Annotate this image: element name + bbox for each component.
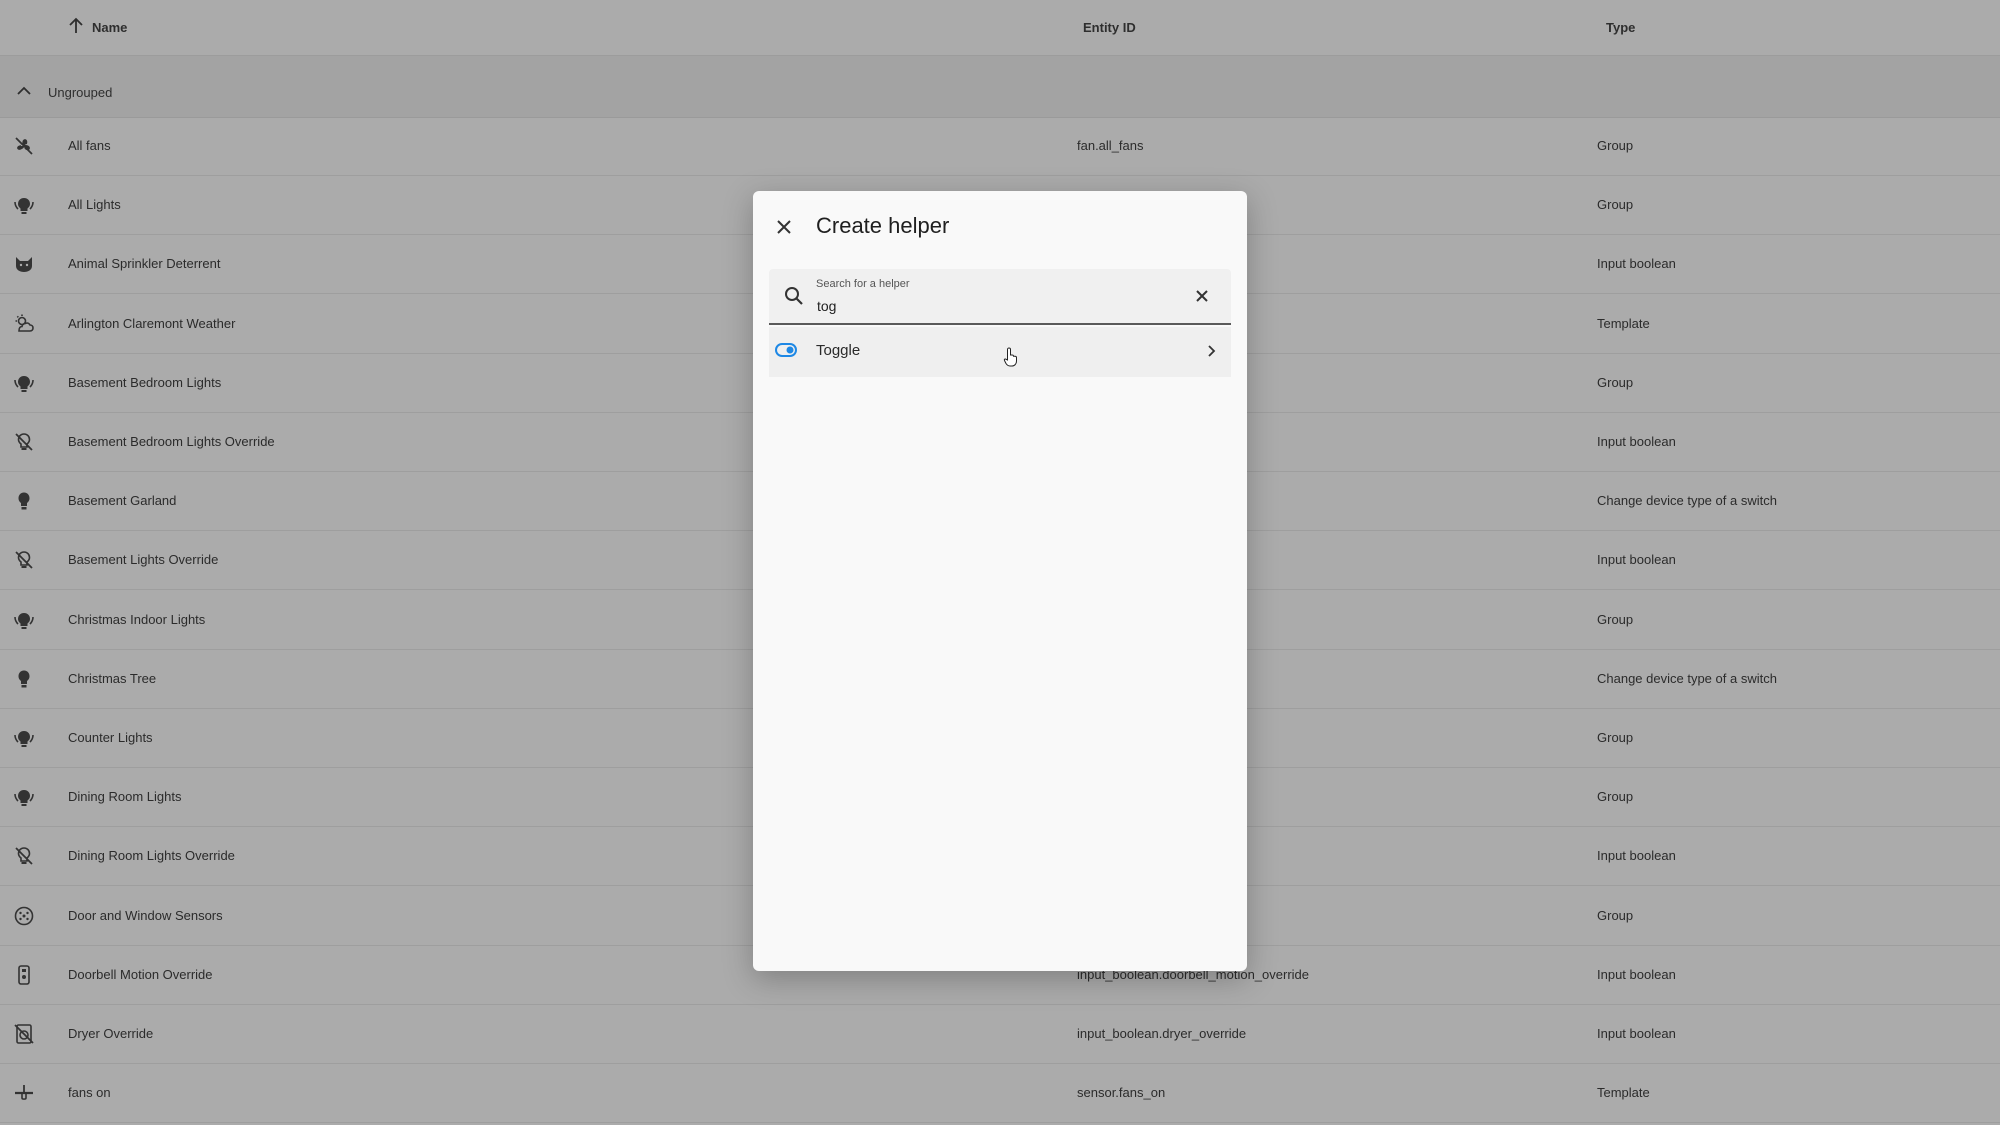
search-label: Search for a helper <box>816 278 910 290</box>
dialog-title: Create helper <box>816 213 950 238</box>
row-entity-id: fan.all_fans <box>1077 138 1144 153</box>
row-type: Group <box>1597 907 1634 923</box>
row-type: Input boolean <box>1597 256 1676 272</box>
row-name: Basement Bedroom Lights <box>68 374 222 390</box>
row-entity-id: sensor.fans_on <box>1077 1085 1166 1101</box>
row-name: Dining Room Lights <box>68 789 182 805</box>
search-icon <box>785 287 803 305</box>
lightbulb-icon <box>18 492 30 510</box>
chevron-up-icon[interactable] <box>15 84 33 98</box>
row-type: Input boolean <box>1597 434 1676 449</box>
row-name: All fans <box>68 138 111 153</box>
row-type: Group <box>1597 611 1634 627</box>
ceiling-fan-icon <box>15 1085 33 1101</box>
table-row[interactable]: All fans fan.all_fans Group <box>0 117 2000 176</box>
lightbulb-group-icon <box>14 375 34 392</box>
row-type: Group <box>1597 374 1634 390</box>
row-name: Counter Lights <box>68 730 153 745</box>
row-type: Group <box>1597 138 1634 153</box>
row-type: Input boolean <box>1597 1026 1676 1041</box>
hand-cursor-icon <box>1003 347 1017 367</box>
table-row[interactable]: fans on sensor.fans_on Template <box>0 1064 2000 1124</box>
row-name: Basement Lights Override <box>68 552 219 568</box>
table-header: Name Entity ID Type <box>0 0 2000 56</box>
lightbulb-group-icon <box>14 731 34 747</box>
row-name: Christmas Tree <box>68 670 157 686</box>
row-name: Basement Bedroom Lights Override <box>68 434 275 449</box>
lightbulb-off-icon <box>15 433 33 451</box>
lightbulb-group-icon <box>14 790 34 807</box>
fan-off-icon <box>15 137 33 155</box>
row-type: Template <box>1597 315 1650 331</box>
row-name: Dining Room Lights Override <box>68 848 235 864</box>
lightbulb-off-icon <box>15 551 33 570</box>
row-type: Template <box>1597 1085 1650 1101</box>
row-type: Group <box>1597 789 1634 805</box>
close-icon[interactable] <box>771 214 797 240</box>
group-label: Ungrouped <box>48 85 113 100</box>
row-name: Dryer Override <box>68 1026 154 1041</box>
row-type: Change device type of a switch <box>1597 493 1777 509</box>
smoke-detector-icon <box>14 906 34 925</box>
cat-icon <box>16 257 32 273</box>
lightbulb-group-icon <box>14 198 34 215</box>
create-helper-dialog: Create helper Search for a helper Toggle <box>753 191 1247 971</box>
sort-ascending-icon[interactable] <box>66 16 86 36</box>
row-type: Group <box>1597 197 1634 213</box>
row-type: Input boolean <box>1597 552 1676 568</box>
doorbell-icon <box>18 964 30 985</box>
row-name: All Lights <box>68 197 121 213</box>
chevron-right-icon <box>1208 345 1216 357</box>
helper-result-toggle[interactable]: Toggle <box>769 327 1231 377</box>
table-row[interactable]: Dryer Override input_boolean.dryer_overri… <box>0 1005 2000 1064</box>
helper-search-field[interactable]: Search for a helper <box>769 269 1231 325</box>
search-input[interactable] <box>815 295 1179 317</box>
row-type: Input boolean <box>1597 848 1676 864</box>
column-header-entity-id[interactable]: Entity ID <box>1083 20 1136 35</box>
column-header-name[interactable]: Name <box>92 20 127 35</box>
row-name: Doorbell Motion Override <box>68 966 213 982</box>
weather-partly-cloudy-icon <box>15 314 34 332</box>
row-name: fans on <box>68 1085 111 1101</box>
row-name: Door and Window Sensors <box>68 907 223 923</box>
row-entity-id: input_boolean.dryer_override <box>1077 1026 1247 1041</box>
dryer-off-icon <box>14 1024 34 1044</box>
row-name: Arlington Claremont Weather <box>68 315 236 331</box>
row-type: Change device type of a switch <box>1597 670 1777 686</box>
column-header-type[interactable]: Type <box>1606 20 1635 35</box>
group-header[interactable] <box>0 56 2000 118</box>
row-name: Basement Garland <box>68 493 177 509</box>
lightbulb-off-icon <box>15 847 33 866</box>
lightbulb-group-icon <box>14 612 34 629</box>
row-name: Christmas Indoor Lights <box>68 611 206 627</box>
helper-result-label: Toggle <box>816 342 861 359</box>
row-type: Input boolean <box>1597 966 1676 982</box>
toggle-switch-icon <box>775 343 797 357</box>
row-name: Animal Sprinkler Deterrent <box>68 256 221 272</box>
clear-search-icon[interactable] <box>1191 285 1213 307</box>
row-type: Group <box>1597 730 1634 745</box>
lightbulb-icon <box>18 670 30 688</box>
